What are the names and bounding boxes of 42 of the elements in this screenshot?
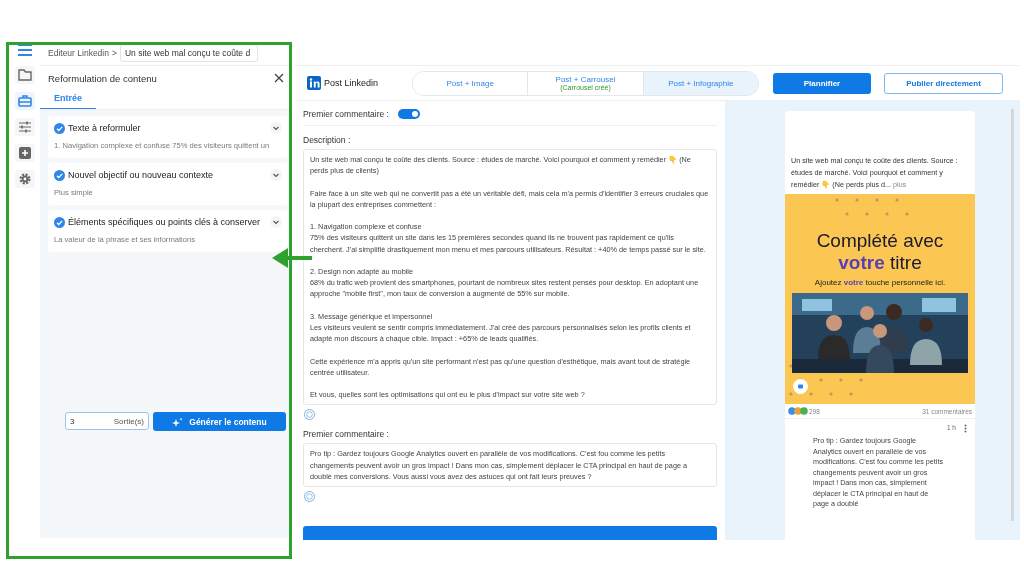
more-options-icon[interactable] — [964, 424, 967, 433]
post-type-tab[interactable]: Post + Infographie — [643, 71, 758, 95]
sliders-icon — [17, 119, 33, 135]
field-label: Nouvel objectif ou nouveau contexte — [68, 170, 215, 180]
publish-button[interactable]: Publier directement — [884, 72, 1003, 94]
briefcase-icon-button[interactable] — [15, 92, 35, 110]
description-label: Description : — [303, 135, 352, 145]
infographic-subtitle: Ajoutez votre touche personnelle ici. — [814, 278, 946, 287]
infographic-title: votre titre — [838, 252, 922, 274]
linkedin-logo-icon — [307, 76, 321, 90]
page-title: Post Linkedin — [324, 78, 379, 88]
toggle-switch[interactable] — [397, 109, 420, 119]
chevron-down-icon[interactable] — [270, 122, 282, 134]
gear-icon-button[interactable] — [15, 170, 35, 188]
output-count-field[interactable]: 3 Sortie(s) — [65, 412, 149, 430]
briefcase-icon — [17, 93, 33, 109]
sliders-icon-button[interactable] — [15, 118, 35, 136]
folder-icon-button[interactable] — [15, 66, 35, 84]
plus-icon — [17, 145, 33, 161]
infographic-title: Complété avec — [816, 230, 944, 252]
reaction-icons — [788, 407, 808, 415]
comment-label: Premier commentaire : — [303, 429, 390, 440]
folder-icon — [17, 67, 33, 83]
field-label: Éléments spécifiques ou points clés à conserver — [68, 217, 262, 227]
schedule-button[interactable]: Plannifier — [773, 72, 871, 94]
breadcrumb-link[interactable]: Editeur Linkedin — [48, 47, 109, 58]
chevron-down-icon[interactable] — [270, 169, 282, 181]
annotation-arrow — [272, 247, 312, 269]
generate-button[interactable]: Générer le contenu — [153, 412, 286, 431]
badge-icon — [793, 379, 808, 394]
scrollbar[interactable] — [1011, 109, 1014, 521]
gear-icon — [17, 171, 33, 187]
close-icon[interactable] — [274, 73, 284, 83]
post-type-tab[interactable]: Post + Image — [413, 71, 529, 95]
toggle-label: Premier commentaire : — [303, 109, 389, 119]
breadcrumb-separator: > — [111, 47, 117, 58]
field-label: Texte à reformuler — [68, 123, 142, 133]
menu-icon[interactable] — [17, 42, 33, 58]
chevron-down-icon[interactable] — [270, 216, 282, 228]
panel-title: Reformulation de contenu — [48, 72, 157, 84]
plus-icon-button[interactable] — [15, 144, 35, 162]
sparkle-icon — [172, 416, 184, 427]
